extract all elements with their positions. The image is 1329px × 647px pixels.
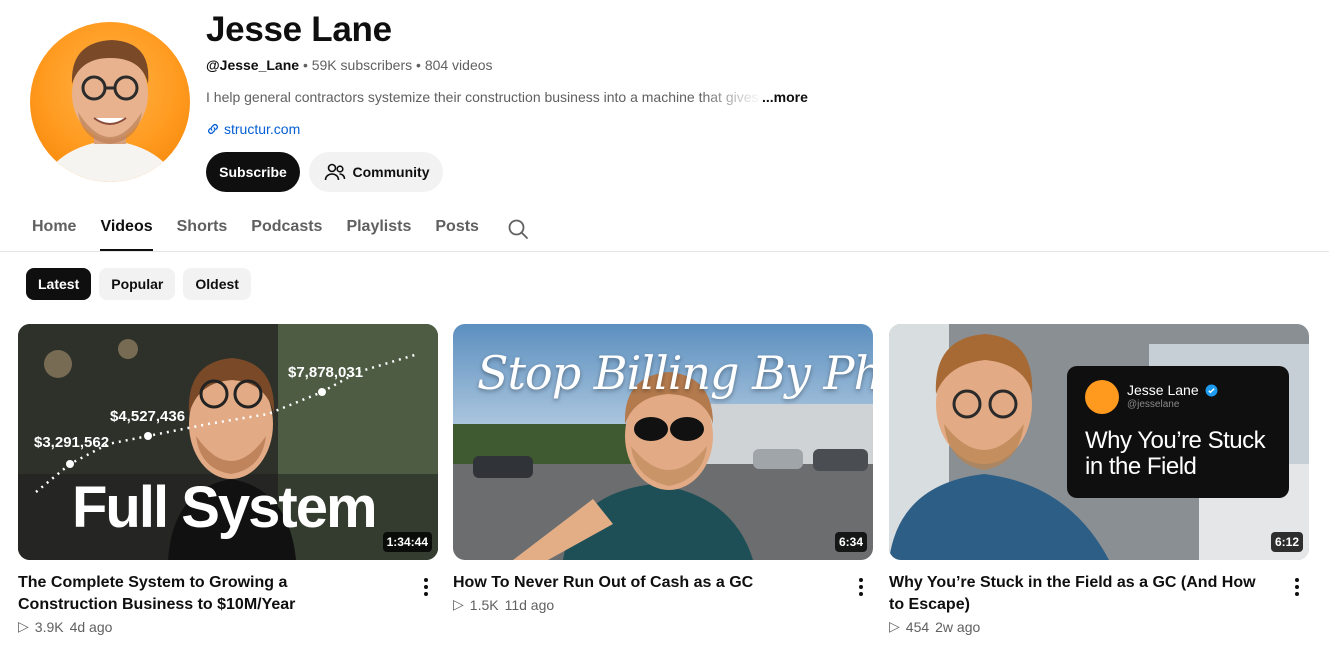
play-icon: ▷	[18, 618, 29, 634]
upload-age: 2w ago	[935, 618, 981, 635]
thumb-card: Jesse Lane @jesselane Why You’re Stuck i…	[1067, 366, 1289, 498]
channel-name: Jesse Lane	[206, 10, 392, 49]
meta-separator: •	[302, 57, 308, 73]
video-title[interactable]: How To Never Run Out of Cash as a GC	[453, 572, 823, 594]
upload-age: 4d ago	[69, 618, 113, 635]
community-button[interactable]: Community	[309, 152, 443, 192]
chip-popular[interactable]: Popular	[99, 268, 176, 300]
more-link[interactable]: ...more	[762, 89, 808, 105]
meta-separator: •	[416, 57, 421, 73]
upload-age: 11d ago	[504, 596, 555, 613]
people-icon	[324, 163, 345, 181]
video-stats: ▷ 3.9K 4d ago	[18, 618, 112, 635]
view-count: 1.5K	[469, 596, 499, 613]
tab-home[interactable]: Home	[32, 210, 76, 251]
thumb-card-handle: @jesselane	[1127, 399, 1180, 410]
channel-description[interactable]: I help general contractors systemize the…	[206, 89, 766, 105]
video-title[interactable]: Why You’re Stuck in the Field as a GC (A…	[889, 572, 1259, 616]
play-icon: ▷	[889, 618, 900, 634]
channel-handle[interactable]: @Jesse_Lane	[206, 57, 299, 73]
verified-icon	[1205, 384, 1218, 397]
channel-tabs: Home Videos Shorts Podcasts Playlists Po…	[32, 210, 503, 251]
view-count: 454	[905, 618, 930, 635]
more-vert-icon[interactable]	[418, 576, 434, 598]
video-card[interactable]: Jesse Lane @jesselane Why You’re Stuck i…	[889, 324, 1309, 635]
video-duration: 6:34	[834, 532, 867, 552]
community-label: Community	[352, 164, 430, 180]
sort-chips: Latest Popular Oldest	[26, 268, 251, 300]
thumb-headline: Stop Billing By Phase	[477, 346, 873, 400]
video-thumbnail[interactable]: Jesse Lane @jesselane Why You’re Stuck i…	[889, 324, 1309, 560]
channel-link[interactable]: structur.com	[206, 121, 300, 137]
chip-oldest[interactable]: Oldest	[183, 268, 251, 300]
thumb-card-name: Jesse Lane	[1127, 382, 1199, 398]
video-stats: ▷ 454 2w ago	[889, 618, 980, 635]
search-icon[interactable]	[506, 217, 530, 241]
video-card[interactable]: $3,291,562 $4,527,436 $7,878,031 Full Sy…	[18, 324, 438, 635]
channel-link-text: structur.com	[224, 121, 301, 137]
tabs-divider	[0, 251, 1329, 252]
more-vert-icon[interactable]	[1289, 576, 1305, 598]
channel-avatar	[30, 22, 190, 182]
tab-podcasts[interactable]: Podcasts	[251, 210, 322, 251]
subscribe-button[interactable]: Subscribe	[206, 152, 300, 192]
video-thumbnail[interactable]: Stop Billing By Phase 6:34	[453, 324, 873, 560]
tab-posts[interactable]: Posts	[435, 210, 479, 251]
link-icon	[208, 124, 218, 134]
description-fade	[700, 86, 762, 110]
video-stats: ▷ 1.5K 11d ago	[453, 596, 554, 613]
thumb-headline: Why You’re Stuck in the Field	[1085, 427, 1266, 480]
video-duration: 1:34:44	[382, 532, 432, 552]
play-icon: ▷	[453, 596, 464, 612]
thumb-value: $7,878,031	[288, 364, 364, 381]
video-thumbnail[interactable]: $3,291,562 $4,527,436 $7,878,031 Full Sy…	[18, 324, 438, 560]
thumb-headline: Full System	[72, 475, 378, 540]
thumb-card-avatar	[1085, 380, 1119, 414]
video-title[interactable]: The Complete System to Growing a Constru…	[18, 572, 388, 616]
thumb-value: $3,291,562	[34, 434, 110, 451]
tab-videos[interactable]: Videos	[100, 210, 153, 251]
video-duration: 6:12	[1270, 532, 1303, 552]
subscriber-count: 59K subscribers	[311, 57, 413, 73]
tab-shorts[interactable]: Shorts	[177, 210, 228, 251]
video-count: 804 videos	[424, 57, 493, 73]
thumb-value: $4,527,436	[110, 408, 186, 425]
video-card[interactable]: Stop Billing By Phase 6:34 How To Never …	[453, 324, 873, 613]
view-count: 3.9K	[34, 618, 64, 635]
more-vert-icon[interactable]	[853, 576, 869, 598]
tab-playlists[interactable]: Playlists	[346, 210, 411, 251]
channel-meta: @Jesse_Lane • 59K subscribers • 804 vide…	[206, 57, 493, 73]
avatar-portrait	[42, 40, 178, 182]
chip-latest[interactable]: Latest	[26, 268, 92, 300]
